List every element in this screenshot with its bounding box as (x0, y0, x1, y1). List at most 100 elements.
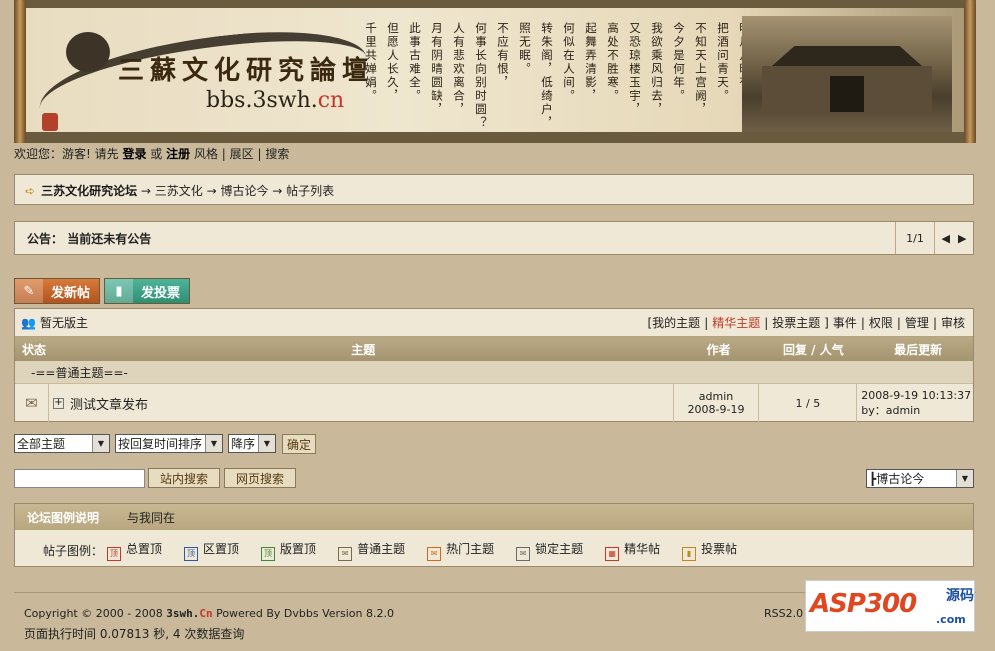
prev-arrow-icon[interactable]: ◀ (942, 232, 950, 245)
topic-scope-select[interactable]: 全部主题 ▼ (14, 434, 110, 453)
legend-item-label: 投票帖 (701, 542, 738, 556)
sort-value: 按回复时间排序 (118, 437, 203, 451)
poem-column: 千里共婵娟。 (364, 22, 378, 103)
breadcrumb-level2[interactable]: → 博古论今 (203, 184, 269, 198)
new-vote-label: 发投票 (141, 285, 181, 301)
normal-topic-icon: ✉ (338, 547, 353, 561)
notice-pager: 1/1 ◀ ▶ (895, 222, 973, 254)
topic-stats: 1 / 5 (759, 384, 858, 422)
breadcrumb-level1[interactable]: → 三苏文化 (137, 184, 203, 198)
pointer-arrow-icon: ➪ (25, 184, 36, 198)
topic-subject-cell: + 测试文章发布 (49, 384, 674, 422)
link-separator: | (932, 316, 937, 330)
topic-filter-link[interactable]: 权限 (869, 316, 893, 330)
chevron-down-icon: ▼ (956, 470, 973, 487)
topic-filter-link[interactable]: 精华主题 (712, 316, 760, 330)
legend-item: 顶区置顶 (184, 540, 239, 561)
footer-copyright: Copyright © 2000 - 2008 3swh.Cn Powered … (24, 607, 394, 620)
topic-last-by[interactable]: by：admin (861, 402, 920, 418)
table-row: ✉ + 测试文章发布 admin 2008-9-19 1 / 5 2008-9-… (15, 383, 973, 422)
new-post-icon: ✎ (15, 279, 43, 303)
web-search-button[interactable]: 网页搜索 (224, 468, 296, 488)
confirm-button[interactable]: 确定 (282, 434, 316, 454)
poem-column: 今夕是何年。 (672, 22, 686, 103)
register-link[interactable]: 注册 (166, 147, 190, 161)
logo-dotcom: .com (936, 613, 966, 626)
notice-bar: 公告： 当前还未有公告 1/1 ◀ ▶ (14, 221, 974, 255)
topic-filter-link[interactable]: 管理 (905, 316, 929, 330)
temple-roof (772, 46, 922, 66)
legend-items: 帖子图例： 顶总置顶顶区置顶顶版置顶 ✉ 普通主题 ✉ 热门主题 ✉ 锁定主题 ▦ 精华帖 ▮ 投票… (15, 530, 973, 561)
hot-topic-icon: ✉ (427, 547, 442, 561)
footer-brand-suffix[interactable]: Cn (199, 607, 212, 620)
site-search-button[interactable]: 站内搜索 (148, 468, 220, 488)
order-select[interactable]: 降序 ▼ (228, 434, 276, 453)
topic-filter-link[interactable]: 审核 (941, 316, 965, 330)
new-vote-button[interactable]: ▮ 发投票 (104, 278, 190, 304)
tab-with-me[interactable]: 与我同在 (127, 509, 175, 526)
topic-filter-link[interactable]: 投票主题 ] (772, 316, 829, 330)
poem-column: 此事古难全。 (408, 22, 422, 103)
asp300-logo[interactable]: ASP300 源码 .com (805, 580, 975, 632)
legend-item: 顶版置顶 (261, 540, 316, 561)
next-arrow-icon[interactable]: ▶ (958, 232, 966, 245)
expand-plus-icon[interactable]: + (52, 397, 64, 409)
col-author: 作者 (706, 342, 731, 357)
poem-column: 不知天上宫阙， (694, 22, 708, 117)
banner-domain-suffix: cn (317, 88, 345, 113)
poem-column: 何似在人间。 (562, 22, 576, 103)
col-last-update: 最后更新 (894, 342, 943, 357)
legend-item-label: 总置顶 (126, 542, 163, 556)
poem-column: 高处不胜寒。 (606, 22, 620, 103)
legend-prefix: 帖子图例： (43, 544, 104, 558)
poem-column: 又恐琼楼玉宇， (628, 22, 642, 117)
poem-column: 但愿人长久， (386, 22, 400, 103)
topic-filter-link[interactable]: [我的主题 (648, 316, 701, 330)
forum-jump-value: ┣博古论今 (869, 472, 925, 486)
search-input[interactable] (14, 469, 145, 488)
breadcrumb-home[interactable]: 三苏文化研究论坛 (41, 184, 137, 198)
topic-title-link[interactable]: 测试文章发布 (70, 394, 148, 413)
legend-item-label: 锁定主题 (535, 542, 584, 556)
rss-link[interactable]: RSS2.0 (764, 607, 803, 620)
powered-text: Powered By Dvbbs Version 8.2.0 (212, 607, 394, 620)
legend-item-label: 区置顶 (203, 542, 240, 556)
topic-group-label: -==普通主题==- (15, 361, 973, 383)
login-link[interactable]: 登录 (122, 147, 146, 161)
seal-icon (42, 113, 58, 131)
link-separator: | (704, 316, 709, 330)
banner-domain-prefix: bbs.3swh. (206, 88, 318, 113)
poem-column: 转朱阁，低绮户， (540, 22, 554, 130)
legend-item: 顶总置顶 (107, 540, 162, 561)
vote-post-icon: ▮ (682, 547, 697, 561)
chevron-down-icon: ▼ (258, 435, 275, 452)
topic-columns: 状态 主题 作者 回复 / 人气 最后更新 (15, 337, 973, 361)
new-post-button[interactable]: ✎ 发新帖 (14, 278, 100, 304)
notice-nav: ◀ ▶ (934, 222, 973, 254)
col-replies: 回复 / 人气 (782, 342, 844, 357)
search-link[interactable]: 搜索 (262, 147, 289, 161)
legend-item: ✉ 锁定主题 (516, 540, 583, 561)
or-text: 或 (146, 147, 167, 161)
locked-topic-icon: ✉ (516, 547, 531, 561)
poem-column: 起舞弄清影， (584, 22, 598, 103)
expand-link[interactable]: 展区 (226, 147, 258, 161)
elite-post-icon: ▦ (605, 547, 620, 561)
banner-domain: bbs.3swh.cn (206, 88, 344, 113)
footer-brand[interactable]: 3swh. (166, 607, 199, 620)
style-link[interactable]: 风格 (190, 147, 222, 161)
legend-item-label: 普通主题 (357, 542, 406, 556)
tab-legend[interactable]: 论坛图例说明 (27, 509, 99, 526)
banner-scroll: 三蘇文化研究論壇 bbs.3swh.cn 明月几时有？把酒问青天。不知天上宫阙，… (20, 8, 970, 146)
notice-label: 公告： (27, 232, 64, 246)
topic-filter-link[interactable]: 事件 (833, 316, 857, 330)
poem-column: 何事长向别时圆？ (474, 22, 488, 130)
notice-page-count: 1/1 (895, 222, 934, 254)
legend-item: ✉ 热门主题 (427, 540, 494, 561)
forum-jump-select[interactable]: ┣博古论今 ▼ (866, 469, 974, 488)
poem-column: 不应有恨， (496, 22, 510, 90)
legend-item-label: 热门主题 (446, 542, 495, 556)
sort-select[interactable]: 按回复时间排序 ▼ (115, 434, 223, 453)
legend-item-label: 版置顶 (280, 542, 317, 556)
topic-author[interactable]: admin (699, 390, 733, 403)
